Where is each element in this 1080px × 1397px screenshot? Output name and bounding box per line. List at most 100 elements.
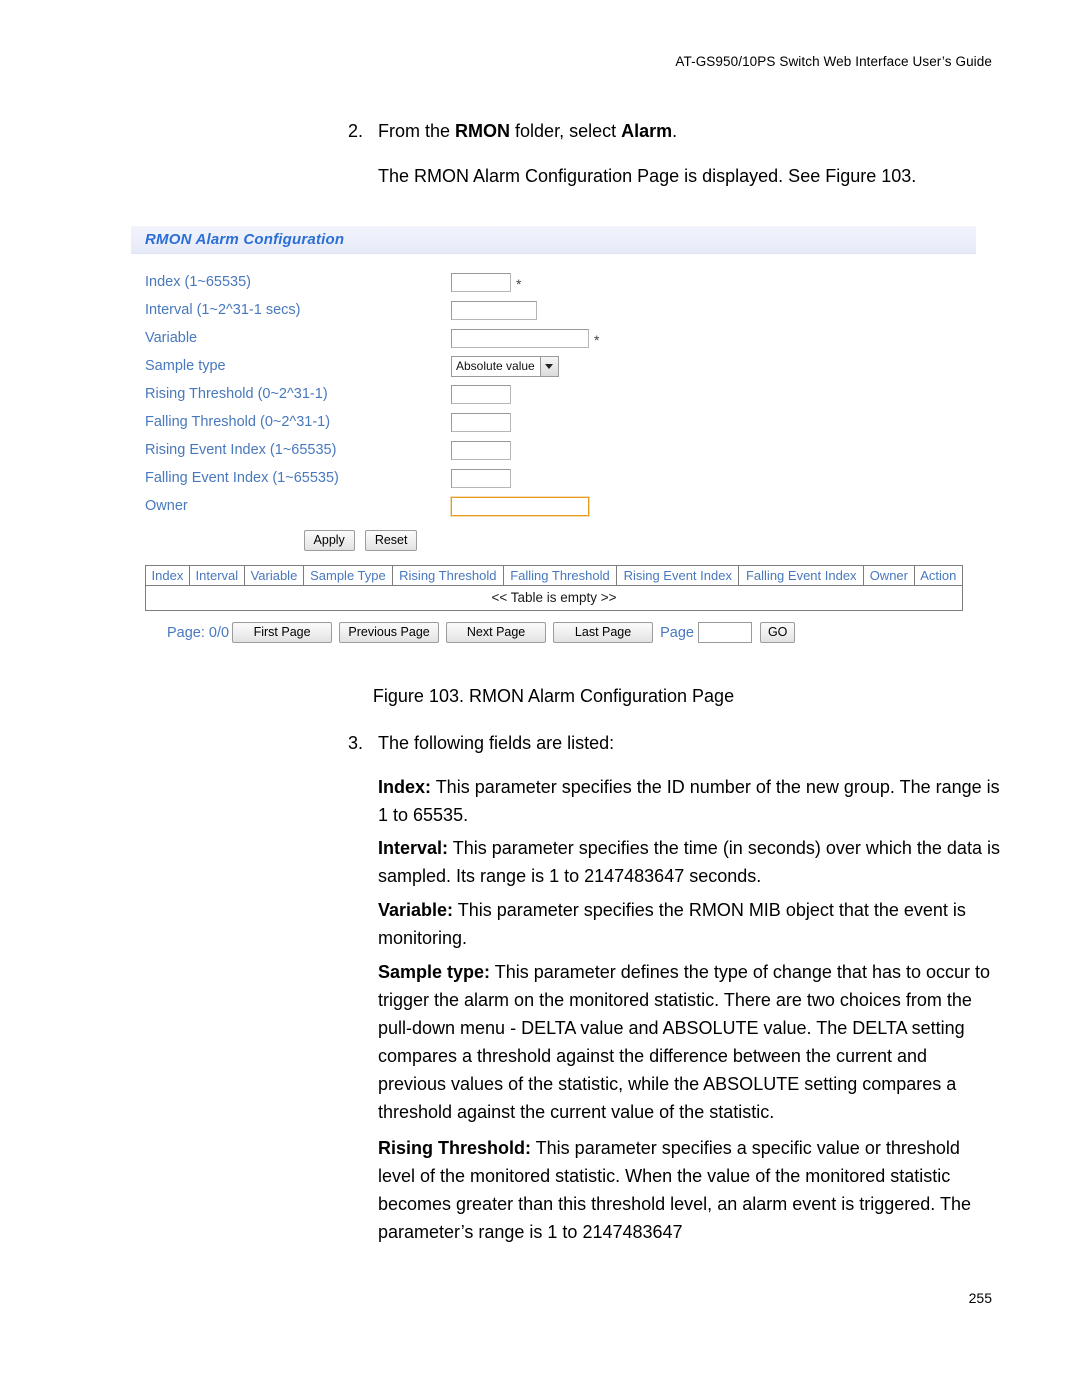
sample-type-select[interactable]: Absolute value — [451, 355, 559, 377]
control-interval — [451, 300, 537, 320]
step-2-text-middle: folder, select — [510, 121, 622, 141]
next-page-button[interactable]: Next Page — [446, 622, 547, 643]
field-desc-rising-threshold: Rising Threshold: This parameter specifi… — [378, 1134, 1000, 1246]
field-term-variable: Variable: — [378, 900, 454, 920]
field-term-interval: Interval: — [378, 838, 449, 858]
table-empty-message: << Table is empty >> — [145, 585, 963, 611]
col-rising-threshold: Rising Threshold — [391, 565, 504, 586]
col-action: Action — [913, 565, 964, 586]
form-row-falling-event-index: Falling Event Index (1~65535) — [145, 464, 976, 492]
field-text-index: This parameter specifies the ID number o… — [378, 777, 1000, 825]
field-desc-sample-type: Sample type: This parameter defines the … — [378, 958, 1000, 1126]
form-row-variable: Variable * — [145, 324, 976, 352]
form-row-owner: Owner — [145, 492, 976, 520]
panel-title: RMON Alarm Configuration — [145, 231, 345, 248]
step-2: 2. From the RMON folder, select Alarm. — [348, 117, 1008, 145]
rising-threshold-input[interactable] — [451, 384, 511, 404]
variable-input[interactable] — [451, 328, 589, 348]
sample-type-selected-value: Absolute value — [456, 359, 535, 373]
page-input-label: Page — [660, 624, 694, 641]
col-rising-event-index: Rising Event Index — [616, 565, 740, 586]
falling-event-index-input[interactable] — [451, 468, 511, 488]
owner-input[interactable] — [451, 496, 589, 516]
label-falling-threshold: Falling Threshold (0~2^31-1) — [145, 414, 331, 430]
field-desc-index: Index: This parameter specifies the ID n… — [378, 773, 1000, 829]
apply-button[interactable]: Apply — [303, 530, 355, 551]
control-falling-threshold — [451, 412, 511, 432]
table-header-row: Index Interval Variable Sample Type Risi… — [145, 565, 964, 586]
label-falling-event-index: Falling Event Index (1~65535) — [145, 470, 339, 486]
alarm-results-table-wrap: Index Interval Variable Sample Type Risi… — [145, 565, 964, 611]
go-button[interactable]: GO — [759, 622, 796, 643]
field-desc-interval: Interval: This parameter specifies the t… — [378, 834, 1000, 890]
required-asterisk-variable: * — [594, 332, 600, 348]
field-desc-variable: Variable: This parameter specifies the R… — [378, 896, 1000, 952]
control-rising-event-index — [451, 440, 511, 460]
field-text-sample-type: This parameter defines the type of chang… — [378, 962, 991, 1122]
col-sample-type: Sample Type — [303, 565, 393, 586]
control-variable: * — [451, 328, 600, 348]
index-input[interactable] — [451, 272, 511, 292]
first-page-button[interactable]: First Page — [232, 622, 333, 643]
col-interval: Interval — [188, 565, 245, 586]
step-3-number: 3. — [348, 733, 364, 753]
col-variable: Variable — [243, 565, 305, 586]
col-falling-event-index: Falling Event Index — [738, 565, 865, 586]
previous-page-button[interactable]: Previous Page — [339, 622, 440, 643]
control-falling-event-index — [451, 468, 511, 488]
alarm-results-table: Index Interval Variable Sample Type Risi… — [145, 565, 964, 611]
col-falling-threshold: Falling Threshold — [502, 565, 618, 586]
form-row-sample-type: Sample type Absolute value — [145, 352, 976, 380]
form-row-rising-event-index: Rising Event Index (1~65535) — [145, 436, 976, 464]
falling-threshold-input[interactable] — [451, 412, 511, 432]
pagination-bar: Page: 0/0 First Page Previous Page Next … — [167, 622, 976, 643]
page-number: 255 — [968, 1290, 992, 1306]
field-term-sample-type: Sample type: — [378, 962, 491, 982]
panel-header: RMON Alarm Configuration — [131, 226, 976, 254]
reset-button[interactable]: Reset — [364, 530, 418, 551]
form-row-interval: Interval (1~2^31-1 secs) — [145, 296, 976, 324]
label-interval: Interval (1~2^31-1 secs) — [145, 302, 301, 318]
step-2-text: From the RMON folder, select Alarm. — [378, 117, 1008, 145]
rmon-alarm-configuration-panel: RMON Alarm Configuration Index (1~65535)… — [131, 226, 976, 643]
page-status: Page: 0/0 — [167, 624, 230, 641]
alarm-config-form: Index (1~65535) * Interval (1~2^31-1 sec… — [131, 254, 976, 551]
label-index: Index (1~65535) — [145, 274, 252, 290]
control-index: * — [451, 272, 522, 292]
required-asterisk-index: * — [516, 276, 522, 292]
control-rising-threshold — [451, 384, 511, 404]
step-2-bold-alarm: Alarm — [621, 121, 673, 141]
interval-input[interactable] — [451, 300, 537, 320]
form-row-falling-threshold: Falling Threshold (0~2^31-1) — [145, 408, 976, 436]
col-index: Index — [145, 565, 190, 586]
form-row-rising-threshold: Rising Threshold (0~2^31-1) — [145, 380, 976, 408]
form-row-index: Index (1~65535) * — [145, 268, 976, 296]
field-text-interval: This parameter specifies the time (in se… — [378, 838, 1000, 886]
page-number-input[interactable] — [697, 622, 752, 643]
field-term-rising-threshold: Rising Threshold: — [378, 1138, 531, 1158]
col-owner: Owner — [863, 565, 915, 586]
label-rising-threshold: Rising Threshold (0~2^31-1) — [145, 386, 328, 402]
field-text-variable: This parameter specifies the RMON MIB ob… — [378, 900, 966, 948]
label-variable: Variable — [145, 330, 198, 346]
last-page-button[interactable]: Last Page — [553, 622, 654, 643]
rising-event-index-input[interactable] — [451, 440, 511, 460]
displayed-note: The RMON Alarm Configuration Page is dis… — [378, 166, 917, 186]
figure-caption: Figure 103. RMON Alarm Configuration Pag… — [372, 686, 735, 706]
chevron-down-icon — [539, 356, 558, 376]
step-2-bold-rmon: RMON — [455, 121, 511, 141]
table-empty-row: << Table is empty >> — [145, 585, 963, 611]
step-3: 3. The following fields are listed: — [348, 729, 1008, 757]
control-owner — [451, 496, 589, 516]
control-sample-type: Absolute value — [451, 355, 559, 377]
field-term-index: Index: — [378, 777, 432, 797]
step-2-number: 2. — [348, 121, 364, 141]
label-rising-event-index: Rising Event Index (1~65535) — [145, 442, 337, 458]
label-owner: Owner — [145, 498, 188, 514]
step-3-text: The following fields are listed: — [378, 733, 615, 753]
running-header: AT-GS950/10PS Switch Web Interface User’… — [675, 54, 992, 69]
step-2-text-after: . — [672, 121, 678, 141]
form-actions: Apply Reset — [145, 530, 976, 551]
step-2-text-before: From the — [378, 121, 456, 141]
label-sample-type: Sample type — [145, 358, 226, 374]
